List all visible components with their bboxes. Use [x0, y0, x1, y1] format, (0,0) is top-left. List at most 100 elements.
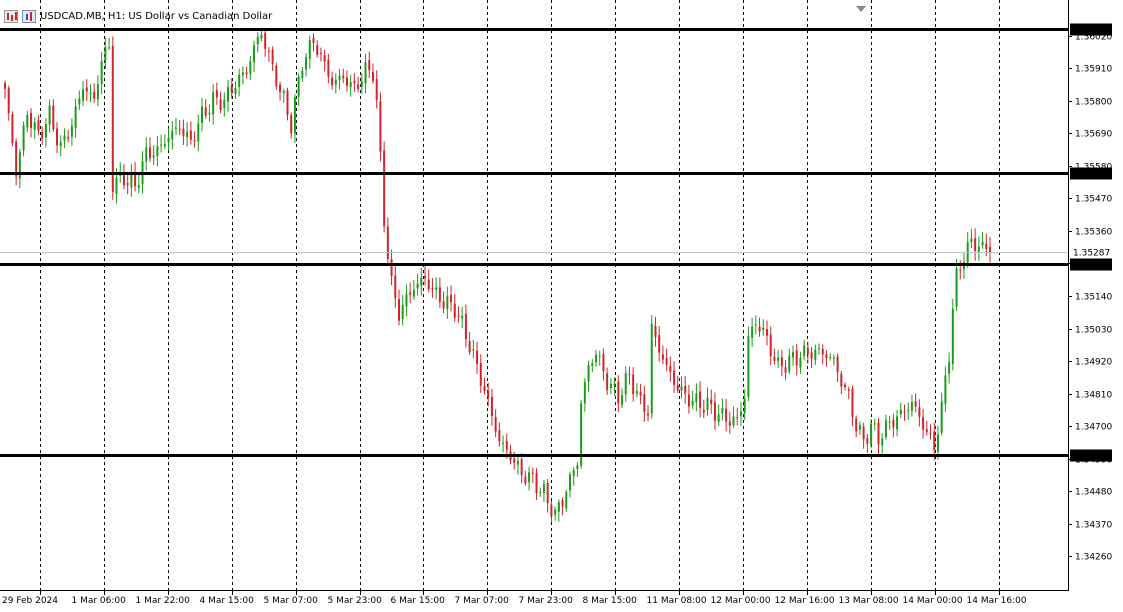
candle-bull: [249, 61, 252, 74]
y-tick-label: 1.35360: [1075, 228, 1112, 238]
candle-bear: [914, 401, 917, 407]
candle-bull: [706, 397, 709, 411]
candle-bear: [15, 141, 18, 177]
candle-bull: [977, 246, 980, 252]
candle-bear: [617, 381, 620, 404]
candle-bear: [866, 438, 869, 444]
candle-bull: [301, 70, 304, 78]
candle-bear: [851, 388, 854, 417]
x-tick-label: 7 Mar 23:00: [519, 596, 574, 606]
y-tick-label: 1.35690: [1075, 130, 1112, 140]
candle-bear: [342, 75, 345, 78]
chart-properties-icon[interactable]: [22, 9, 36, 23]
y-tick-label: 1.35800: [1075, 98, 1112, 108]
candle-bear: [728, 421, 731, 426]
candle-bull: [89, 92, 92, 94]
candle-bear: [290, 115, 293, 134]
candle-bear: [673, 370, 676, 385]
candle-bull: [100, 61, 103, 85]
candle-bull: [873, 423, 876, 425]
candle-bull: [557, 502, 560, 512]
candle-bear: [7, 88, 10, 114]
candle-bull: [33, 122, 36, 130]
candle-bear: [30, 112, 33, 128]
candle-bull: [349, 82, 352, 87]
chart-window[interactable]: 1.35287 1.36041 1.35557 1.35249 1.34604 1.36…: [0, 0, 1123, 608]
candle-bull: [260, 34, 263, 39]
candle-bear: [56, 128, 59, 146]
candle-bear: [531, 472, 534, 474]
y-tick-label: 1.34590: [1075, 456, 1112, 466]
candle-bear: [409, 292, 412, 295]
candle-bull: [305, 57, 308, 70]
candle-bear: [431, 288, 434, 290]
candle-bull: [832, 357, 835, 359]
candle-bear: [275, 65, 278, 87]
candle-bear: [840, 373, 843, 387]
candle-bull: [881, 438, 884, 446]
candle-bull: [502, 442, 505, 444]
candle-bear: [327, 59, 330, 77]
candle-bear: [918, 407, 921, 417]
candle-bear: [438, 287, 441, 302]
x-tick-label: 8 Mar 15:00: [583, 596, 638, 606]
candle-bear: [424, 276, 427, 279]
candle-bull: [63, 135, 66, 141]
candle-bull: [208, 112, 211, 115]
candle-bull: [884, 420, 887, 438]
candle-bear: [765, 329, 768, 336]
candle-bull: [197, 123, 200, 142]
candle-bull: [26, 114, 29, 128]
candle-bear: [379, 101, 382, 152]
y-tick-label: 1.34810: [1075, 391, 1112, 401]
candle-bear: [230, 85, 233, 93]
candle-bull: [234, 87, 237, 94]
candle-bear: [394, 275, 397, 299]
candle-bear: [219, 99, 222, 111]
candle-bear: [267, 50, 270, 52]
candle-bear: [490, 397, 493, 417]
y-tick-label: 1.34260: [1075, 553, 1112, 563]
candle-bull: [788, 355, 791, 372]
candle-bear: [795, 350, 798, 366]
candle-bear: [67, 137, 70, 139]
x-tick-label: 29 Feb 2024: [2, 596, 58, 606]
candle-bull: [595, 354, 597, 363]
candle-bull: [96, 84, 99, 100]
candle-bull: [743, 398, 746, 414]
candle-bull: [907, 409, 910, 411]
candle-bear: [450, 295, 453, 303]
candle-bear: [647, 413, 650, 416]
chart-window-icon[interactable]: [4, 9, 18, 23]
candle-bear: [654, 325, 657, 338]
candle-bull: [936, 434, 939, 452]
candle-bull: [951, 308, 954, 364]
x-tick-label: 6 Mar 15:00: [391, 596, 446, 606]
candle-bull: [528, 472, 531, 483]
candle-bear: [959, 269, 962, 271]
candle-bear: [974, 238, 977, 251]
candle-bull: [223, 99, 226, 109]
candle-bear: [602, 353, 605, 372]
candle-bear: [386, 226, 389, 260]
y-tick-label: 1.35250: [1075, 260, 1112, 270]
y-tick-label: 1.35140: [1075, 293, 1112, 303]
candle-bear: [357, 84, 360, 89]
candle-bull: [446, 296, 449, 310]
price-chart[interactable]: 1.352871.360411.355571.352491.34604 1.36…: [0, 0, 1123, 608]
candle-bear: [844, 384, 847, 388]
candle-bull: [416, 283, 419, 289]
x-tick-label: 11 Mar 08:00: [647, 596, 707, 606]
candle-bull: [587, 364, 590, 382]
candle-bull: [888, 421, 891, 423]
candle-bear: [780, 357, 783, 367]
candle-bear: [427, 279, 430, 290]
candle-bear: [483, 386, 486, 391]
candle-bear: [836, 356, 839, 373]
candle-bear: [323, 55, 326, 62]
candle-bear: [189, 130, 192, 140]
candle-bull: [405, 294, 408, 307]
candle-bear: [178, 129, 181, 131]
candle-bear: [535, 473, 538, 494]
y-tick-label: 1.35910: [1075, 65, 1112, 75]
